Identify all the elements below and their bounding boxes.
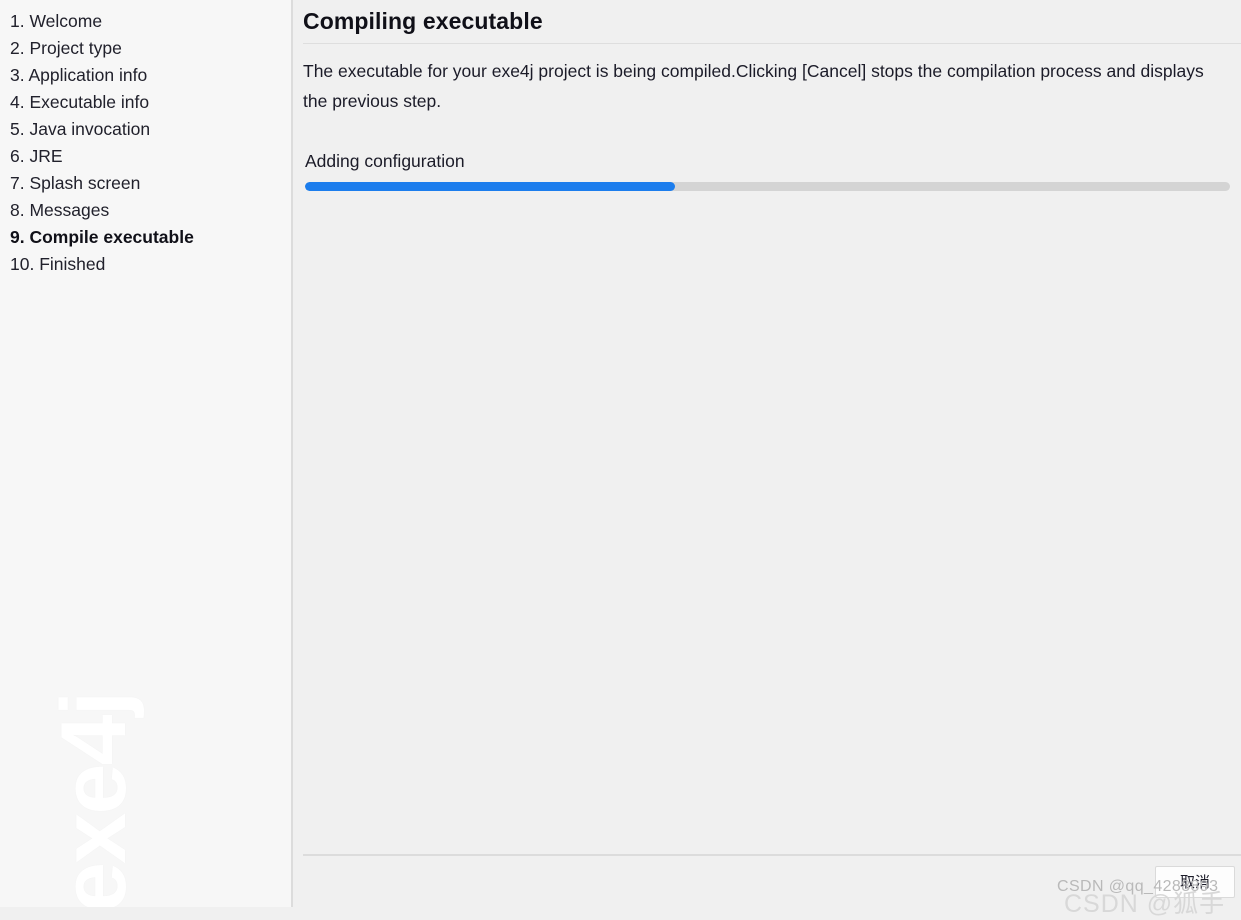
page-title: Compiling executable [303, 8, 543, 34]
sidebar-item-java-invocation[interactable]: 5. Java invocation [0, 116, 291, 143]
wizard-step-sidebar: 1. Welcome 2. Project type 3. Applicatio… [0, 0, 293, 907]
exe4j-logo-watermark: exe4j [0, 607, 291, 907]
sidebar-item-project-type[interactable]: 2. Project type [0, 35, 291, 62]
exe4j-wizard-window: 1. Welcome 2. Project type 3. Applicatio… [0, 0, 1241, 918]
wizard-main-panel: Compiling executable The executable for … [293, 0, 1241, 907]
sidebar-item-executable-info[interactable]: 4. Executable info [0, 89, 291, 116]
exe4j-logo-text: exe4j [43, 692, 145, 907]
sidebar-item-application-info[interactable]: 3. Application info [0, 62, 291, 89]
progress-bar-fill [305, 182, 675, 191]
step-list: 1. Welcome 2. Project type 3. Applicatio… [0, 0, 291, 278]
progress-bar [305, 182, 1230, 191]
sidebar-item-jre[interactable]: 6. JRE [0, 143, 291, 170]
cancel-button[interactable]: 取消 [1155, 865, 1235, 898]
wizard-footer: 取消 [293, 856, 1241, 907]
sidebar-item-finished[interactable]: 10. Finished [0, 251, 291, 278]
sidebar-item-compile-executable[interactable]: 9. Compile executable [0, 224, 291, 251]
progress-status-label: Adding configuration [305, 151, 465, 171]
sidebar-item-messages[interactable]: 8. Messages [0, 197, 291, 224]
sidebar-item-splash-screen[interactable]: 7. Splash screen [0, 170, 291, 197]
compilation-progress-block: Adding configuration [293, 116, 1241, 191]
page-description: The executable for your exe4j project is… [303, 61, 1204, 111]
sidebar-item-welcome[interactable]: 1. Welcome [0, 8, 291, 35]
